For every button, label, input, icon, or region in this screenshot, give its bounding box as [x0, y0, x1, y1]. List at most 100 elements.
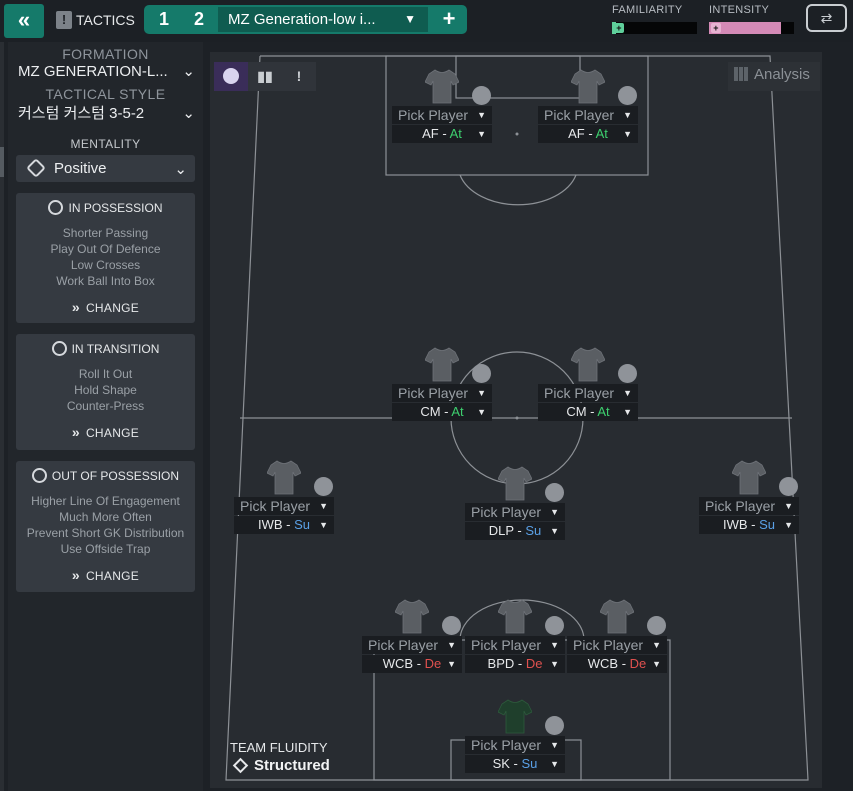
tactical-style-value: 커스텀 커스텀 3-5-2: [18, 105, 145, 122]
role-label: BPD: [487, 656, 515, 671]
player-slot[interactable]: Pick Player ▼ SK - Su ▼: [465, 698, 565, 773]
status-dot: [472, 86, 491, 105]
caret-down-icon: ▼: [784, 501, 793, 511]
caret-down-icon: ▼: [550, 759, 559, 769]
role-duty-dropdown[interactable]: CM - At ▼: [392, 403, 492, 421]
role-label: IWB: [257, 517, 283, 532]
tactic-name-dropdown[interactable]: MZ Generation-low i... ▼: [218, 7, 428, 32]
caret-down-icon: ▼: [623, 129, 632, 139]
caret-down-icon: ▼: [784, 520, 793, 530]
status-dot: [472, 364, 491, 383]
stats-view-button[interactable]: ▮▮: [248, 62, 282, 91]
duty-label: Su: [525, 523, 542, 538]
out-of-possession-title: OUT OF POSSESSION: [51, 469, 180, 483]
team-fluidity-value: Structured: [254, 757, 330, 774]
status-dot: [647, 616, 666, 635]
pick-player-dropdown[interactable]: Pick Player ▼: [392, 384, 492, 402]
top-bar: « ! TACTICS 1 2 MZ Generation-low i... ▼…: [0, 0, 853, 42]
player-view-button[interactable]: [214, 62, 248, 91]
instruction-item: Much More Often: [59, 510, 152, 524]
out-of-possession-change-button[interactable]: » CHANGE: [16, 567, 195, 583]
duty-label: De: [525, 656, 543, 671]
player-slot[interactable]: Pick Player ▼ IWB - Su ▼: [699, 459, 799, 534]
chevron-down-icon: ⌄: [182, 63, 195, 80]
pick-player-dropdown[interactable]: Pick Player ▼: [567, 636, 667, 654]
role-label: DLP: [488, 523, 514, 538]
player-slot[interactable]: Pick Player ▼ DLP - Su ▼: [465, 465, 565, 540]
tactic-slot-1-tab[interactable]: 1: [150, 5, 178, 34]
player-slot[interactable]: Pick Player ▼ WCB - De ▼: [567, 598, 667, 673]
role-duty-dropdown[interactable]: DLP - Su ▼: [465, 522, 565, 540]
player-slot[interactable]: Pick Player ▼ AF - At ▼: [392, 68, 492, 143]
status-dot: [314, 477, 333, 496]
role-duty-dropdown[interactable]: AF - At ▼: [392, 125, 492, 143]
pick-player-dropdown[interactable]: Pick Player ▼: [538, 106, 638, 124]
role-duty-dropdown[interactable]: BPD - De ▼: [465, 655, 565, 673]
caret-down-icon: ▼: [652, 659, 661, 669]
pick-player-dropdown[interactable]: Pick Player ▼: [392, 106, 492, 124]
shirt-icon: [571, 69, 605, 104]
analysis-label: Analysis: [754, 66, 810, 83]
double-chevron-right-icon: »: [71, 299, 80, 315]
role-duty-dropdown[interactable]: AF - At ▼: [538, 125, 638, 143]
in-possession-list: Shorter Passing Play Out Of Defence Low …: [16, 225, 195, 289]
shirt-icon: [571, 347, 605, 382]
shirt-icon: [498, 599, 532, 634]
player-slot[interactable]: Pick Player ▼ CM - At ▼: [392, 346, 492, 421]
role-label: CM: [566, 404, 587, 419]
tactics-pitch: ▮▮ ! Analysis Pick Player ▼ AF - At ▼ Pick P…: [210, 52, 822, 788]
shirt-icon: [267, 460, 301, 495]
status-dot: [618, 364, 637, 383]
change-label: CHANGE: [85, 426, 140, 440]
back-button[interactable]: «: [4, 4, 44, 38]
formation-dropdown[interactable]: MZ GENERATION-L... ⌄: [8, 62, 203, 81]
instruction-item: Prevent Short GK Distribution: [26, 526, 185, 540]
pick-player-dropdown[interactable]: Pick Player ▼: [465, 636, 565, 654]
pick-player-dropdown[interactable]: Pick Player ▼: [234, 497, 334, 515]
caret-down-icon: ▼: [319, 501, 328, 511]
player-slot[interactable]: Pick Player ▼ BPD - De ▼: [465, 598, 565, 673]
instruction-item: Play Out Of Defence: [50, 242, 161, 256]
mentality-dropdown[interactable]: Positive ⌄: [16, 155, 195, 182]
player-slot[interactable]: Pick Player ▼ CM - At ▼: [538, 346, 638, 421]
pick-player-dropdown[interactable]: Pick Player ▼: [465, 736, 565, 754]
in-possession-change-button[interactable]: » CHANGE: [16, 299, 195, 315]
diamond-icon: [232, 757, 249, 774]
role-duty-dropdown[interactable]: SK - Su ▼: [465, 755, 565, 773]
role-duty-dropdown[interactable]: WCB - De ▼: [567, 655, 667, 673]
role-label: CM: [420, 404, 441, 419]
double-chevron-right-icon: »: [71, 567, 80, 583]
intensity-label: INTENSITY: [709, 4, 770, 16]
swap-button[interactable]: ⇄: [806, 4, 847, 32]
in-possession-header: IN POSSESSION: [16, 199, 195, 217]
intensity-knob-icon: +: [711, 23, 721, 33]
player-slot[interactable]: Pick Player ▼ IWB - Su ▼: [234, 459, 334, 534]
ball-icon: [48, 200, 64, 215]
info-view-button[interactable]: !: [282, 62, 316, 91]
role-duty-dropdown[interactable]: WCB - De ▼: [362, 655, 462, 673]
role-duty-dropdown[interactable]: IWB - Su ▼: [699, 516, 799, 534]
in-possession-title: IN POSSESSION: [68, 201, 163, 215]
pick-player-dropdown[interactable]: Pick Player ▼: [362, 636, 462, 654]
shirt-icon: [425, 69, 459, 104]
instruction-item: Counter-Press: [66, 399, 145, 413]
role-duty-dropdown[interactable]: CM - At ▼: [538, 403, 638, 421]
pick-player-dropdown[interactable]: Pick Player ▼: [538, 384, 638, 402]
player-slot[interactable]: Pick Player ▼ AF - At ▼: [538, 68, 638, 143]
intensity-bar: +: [709, 22, 794, 34]
formation-value: MZ GENERATION-L...: [18, 62, 168, 80]
team-fluidity-value-row: Structured: [230, 757, 330, 774]
team-fluidity: TEAM FLUIDITY Structured: [230, 740, 330, 774]
tactic-slot-2-tab[interactable]: 2: [185, 5, 213, 34]
role-duty-dropdown[interactable]: IWB - Su ▼: [234, 516, 334, 534]
pick-player-label: Pick Player: [471, 737, 542, 753]
pick-player-dropdown[interactable]: Pick Player ▼: [465, 503, 565, 521]
analysis-button[interactable]: Analysis: [728, 62, 820, 91]
change-label: CHANGE: [85, 569, 140, 583]
pick-player-dropdown[interactable]: Pick Player ▼: [699, 497, 799, 515]
add-tactic-button[interactable]: +: [431, 5, 467, 34]
tactical-style-dropdown[interactable]: 커스텀 커스텀 3-5-2 ⌄: [8, 102, 203, 123]
in-transition-change-button[interactable]: » CHANGE: [16, 424, 195, 440]
team-fluidity-label: TEAM FLUIDITY: [230, 740, 328, 755]
player-slot[interactable]: Pick Player ▼ WCB - De ▼: [362, 598, 462, 673]
